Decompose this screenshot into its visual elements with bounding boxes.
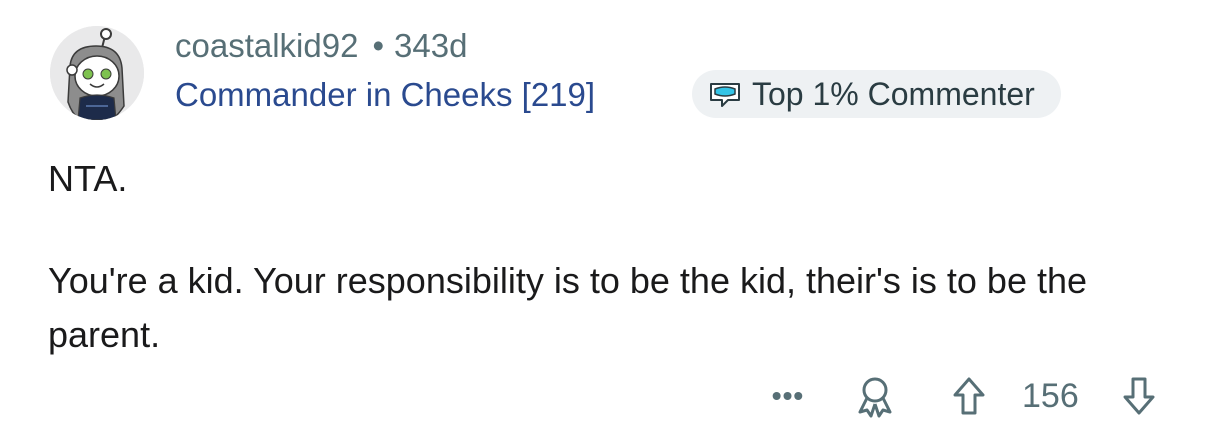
comment-actions: ••• 156 [760,370,1180,422]
avatar-image [50,26,144,120]
username-link[interactable]: coastalkid92 [175,27,358,64]
more-options-button[interactable]: ••• [766,376,810,416]
badge-label: Top 1% Commenter [752,75,1035,112]
upvote-arrow-icon [953,377,985,415]
comment-body: NTA. You're a kid. Your responsibility i… [48,152,1168,362]
comment-age: 343d [394,27,468,64]
commenter-badge-icon [708,80,742,108]
comment-paragraph: You're a kid. Your responsibility is to … [48,260,1088,355]
downvote-arrow-icon [1123,377,1155,415]
top-commenter-badge[interactable]: Top 1% Commenter [692,70,1061,118]
vote-score: 156 [1022,377,1079,415]
comment-meta: coastalkid92 • 343d [175,26,467,66]
user-flair: Commander in Cheeks [219] [175,76,596,113]
upvote-button[interactable] [952,376,986,416]
award-icon [858,377,892,418]
downvote-button[interactable] [1122,376,1156,416]
comment: coastalkid92 • 343d Commander in Cheeks [2… [0,0,1206,441]
avatar[interactable] [50,26,144,120]
meta-separator: • [372,27,385,64]
award-button[interactable] [852,374,898,420]
comment-paragraph: NTA. [48,158,128,199]
